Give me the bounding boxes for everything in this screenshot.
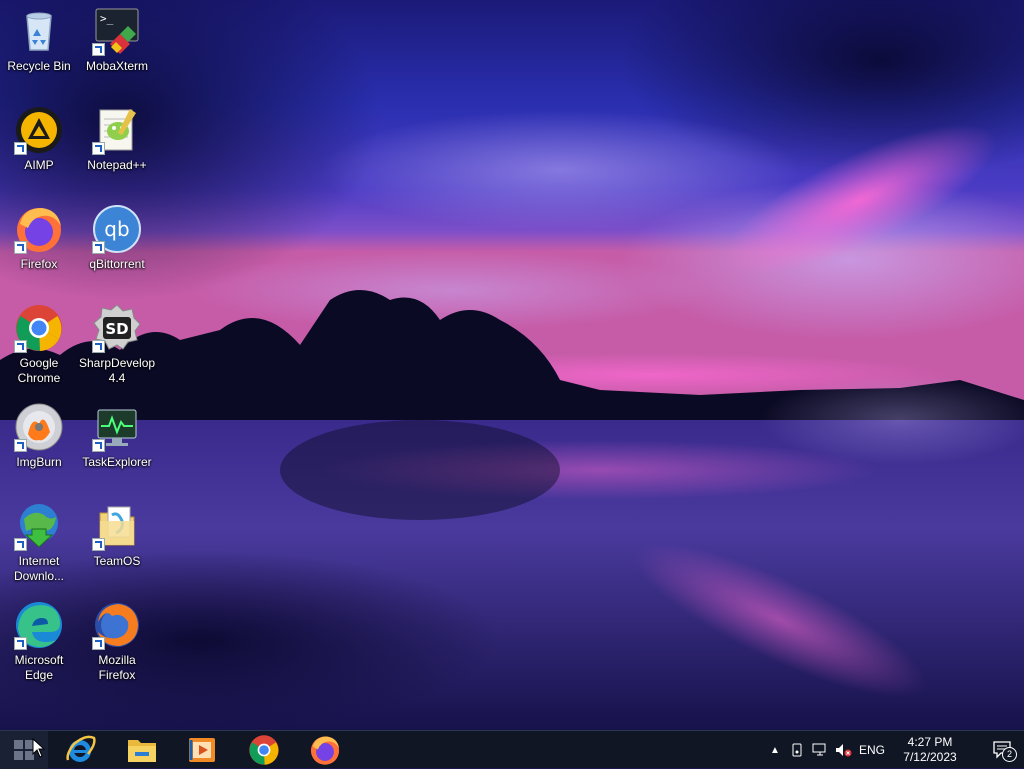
- network-icon[interactable]: [808, 731, 832, 769]
- shortcut-arrow-icon: [14, 142, 27, 155]
- windows-start-icon: [14, 740, 34, 760]
- shortcut-arrow-icon: [92, 538, 105, 551]
- shortcut-arrow-icon: [92, 637, 105, 650]
- clock-time: 4:27 PM: [907, 735, 953, 749]
- shortcut-arrow-icon: [92, 241, 105, 254]
- desktop-icon-label: TaskExplorer: [82, 455, 152, 469]
- svg-text:SD: SD: [105, 320, 128, 338]
- desktop-icon-imgburn[interactable]: ImgBurn: [1, 398, 77, 470]
- mouse-cursor-icon: [32, 738, 46, 758]
- shortcut-arrow-icon: [92, 439, 105, 452]
- desktop-icon-label: ImgBurn: [16, 455, 62, 469]
- desktop-icon-firefox[interactable]: Firefox: [1, 200, 77, 272]
- desktop-icon-label: AIMP: [24, 158, 54, 172]
- internet-explorer-icon: [64, 734, 96, 766]
- desktop-icon-label: Google Chrome: [17, 356, 61, 385]
- shortcut-arrow-icon: [92, 142, 105, 155]
- clock[interactable]: 4:27 PM 7/12/2023: [890, 731, 970, 769]
- chrome-icon: [248, 734, 280, 766]
- desktop-icon-internet-download-manager[interactable]: Internet Downlo...: [1, 497, 77, 584]
- desktop-icon-label: Recycle Bin: [7, 59, 71, 73]
- desktop-icon-label: TeamOS: [93, 554, 141, 568]
- desktop-icon-sharpdevelop[interactable]: SD SharpDevelop 4.4: [79, 299, 155, 386]
- shortcut-arrow-icon: [92, 340, 105, 353]
- shortcut-arrow-icon: [14, 340, 27, 353]
- taskbar-file-explorer[interactable]: [114, 731, 170, 769]
- system-tray: ▲ ENG 4:27 PM 7/12/2023 2: [764, 731, 1024, 769]
- desktop-icon-teamos[interactable]: TeamOS: [79, 497, 155, 569]
- language-indicator[interactable]: ENG: [856, 731, 888, 769]
- file-explorer-icon: [126, 736, 158, 764]
- desktop-icon-mobaxterm[interactable]: >_ MobaXterm: [79, 2, 155, 74]
- notification-count-badge: 2: [1002, 747, 1017, 762]
- desktop-icon-aimp[interactable]: AIMP: [1, 101, 77, 173]
- taskbar-internet-explorer[interactable]: [52, 731, 108, 769]
- desktop-icon-label: Internet Downlo...: [13, 554, 65, 583]
- chevron-up-icon: ▲: [770, 744, 780, 756]
- taskbar: ▲ ENG 4:27 PM 7/12/2023 2: [0, 730, 1024, 769]
- desktop-icon-edge[interactable]: Microsoft Edge: [1, 596, 77, 683]
- desktop-icon-taskexplorer[interactable]: TaskExplorer: [79, 398, 155, 470]
- desktop-icon-mozilla-firefox[interactable]: Mozilla Firefox: [79, 596, 155, 683]
- volume-muted-icon[interactable]: [832, 731, 856, 769]
- desktop-icon-recycle-bin[interactable]: Recycle Bin: [1, 2, 77, 74]
- desktop-icon-label: SharpDevelop 4.4: [79, 356, 156, 385]
- shortcut-arrow-icon: [92, 43, 105, 56]
- media-player-icon: [187, 736, 217, 764]
- shortcut-arrow-icon: [14, 637, 27, 650]
- desktop-icons: Recycle Bin >_ MobaXterm AIMP Notepad++ …: [0, 0, 160, 700]
- desktop-icon-chrome[interactable]: Google Chrome: [1, 299, 77, 386]
- desktop-icon-label: Mozilla Firefox: [98, 653, 136, 682]
- svg-text:qb: qb: [104, 217, 129, 241]
- taskbar-media-player[interactable]: [174, 731, 230, 769]
- desktop-icon-label: Firefox: [20, 257, 58, 271]
- taskbar-firefox[interactable]: [297, 731, 353, 769]
- shortcut-arrow-icon: [14, 241, 27, 254]
- clock-date: 7/12/2023: [903, 750, 957, 764]
- desktop-icon-label: Microsoft Edge: [14, 653, 64, 682]
- desktop-icon-label: qBittorrent: [89, 257, 145, 271]
- shortcut-arrow-icon: [14, 538, 27, 551]
- svg-text:>_: >_: [100, 12, 114, 25]
- taskbar-chrome[interactable]: [236, 731, 292, 769]
- desktop-icon-label: Notepad++: [87, 158, 147, 172]
- desktop-icon-notepadpp[interactable]: Notepad++: [79, 101, 155, 173]
- firefox-icon: [309, 734, 341, 766]
- show-hidden-icons-button[interactable]: ▲: [764, 731, 786, 769]
- recycle-bin-icon: [14, 6, 64, 56]
- notification-icon: 2: [993, 741, 1017, 762]
- shortcut-arrow-icon: [14, 439, 27, 452]
- action-center-button[interactable]: 2: [982, 731, 1024, 769]
- desktop-icon-label: MobaXterm: [85, 59, 149, 73]
- desktop-icon-qbittorrent[interactable]: qb qBittorrent: [79, 200, 155, 272]
- tray-device-icon[interactable]: [786, 731, 808, 769]
